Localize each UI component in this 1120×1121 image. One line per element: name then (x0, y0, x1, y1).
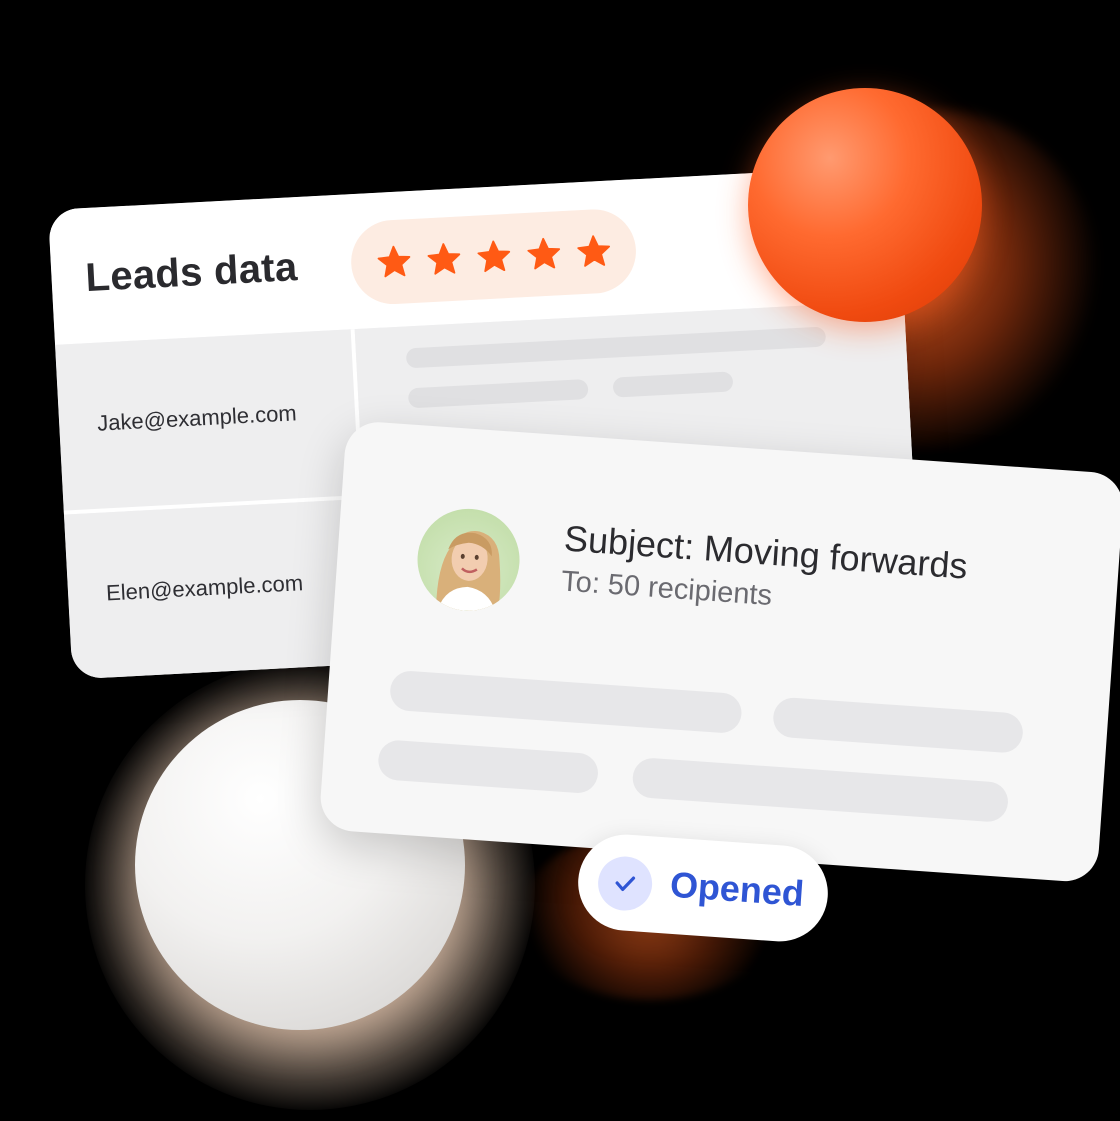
placeholder-bar (405, 326, 827, 369)
orange-sphere-decoration (748, 88, 982, 322)
star-icon (477, 240, 510, 273)
email-card: Subject: Moving forwards To: 50 recipien… (318, 420, 1120, 884)
star-icon (377, 245, 410, 278)
placeholder-bar (771, 696, 1025, 754)
scene: Leads data Jake@example.com Elen@example… (0, 0, 1120, 1121)
placeholder-bar (407, 378, 589, 409)
star-icon (576, 235, 610, 267)
checkmark-icon (596, 854, 654, 913)
person-avatar-icon (414, 505, 523, 615)
leads-card-title: Leads data (84, 245, 299, 301)
placeholder-bar (388, 669, 743, 735)
opened-status-badge: Opened (574, 831, 832, 945)
email-recipients: To: 50 recipients (560, 565, 774, 613)
rating-stars (349, 207, 639, 307)
table-row: Jake@example.com (55, 329, 364, 515)
star-icon (427, 243, 460, 275)
opened-status-label: Opened (668, 863, 806, 915)
lead-email: Elen@example.com (105, 570, 304, 606)
star-icon (526, 237, 560, 270)
placeholder-bar (631, 756, 1010, 823)
placeholder-bar (612, 371, 734, 398)
placeholder-bar (377, 739, 600, 795)
lead-email: Jake@example.com (96, 400, 298, 436)
table-row: Elen@example.com (63, 498, 373, 680)
